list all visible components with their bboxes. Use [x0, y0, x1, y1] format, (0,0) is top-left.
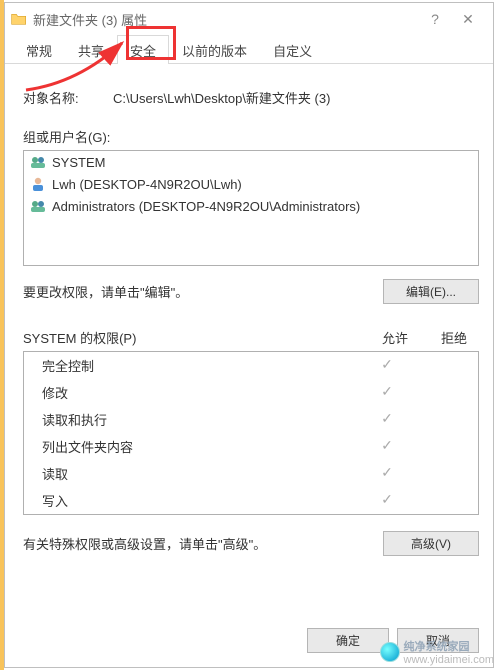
- permission-name: 完全控制: [32, 356, 354, 375]
- allow-check-icon: ✓: [354, 464, 420, 483]
- permission-row: 写入 ✓: [24, 487, 478, 514]
- deny-cell: [420, 437, 470, 456]
- object-path: C:\Users\Lwh\Desktop\新建文件夹 (3): [113, 88, 479, 107]
- permission-row: 列出文件夹内容 ✓: [24, 433, 478, 460]
- object-name-row: 对象名称: C:\Users\Lwh\Desktop\新建文件夹 (3): [23, 88, 479, 107]
- list-item[interactable]: Administrators (DESKTOP-4N9R2OU\Administ…: [24, 195, 478, 217]
- titlebar: 新建文件夹 (3) 属性 ? ✕: [5, 3, 493, 35]
- help-button[interactable]: ?: [421, 11, 449, 27]
- principal-name: Lwh (DESKTOP-4N9R2OU\Lwh): [52, 177, 242, 192]
- watermark-title: 纯净系统家园: [404, 638, 494, 654]
- list-item[interactable]: Lwh (DESKTOP-4N9R2OU\Lwh): [24, 173, 478, 195]
- user-icon: [30, 176, 46, 192]
- permission-name: 列出文件夹内容: [32, 437, 354, 456]
- principal-name: Administrators (DESKTOP-4N9R2OU\Administ…: [52, 199, 360, 214]
- tab-security[interactable]: 安全: [117, 35, 169, 64]
- permission-row: 修改 ✓: [24, 379, 478, 406]
- watermark-url: www.yidaimei.com: [404, 654, 494, 666]
- permission-name: 读取: [32, 464, 354, 483]
- advanced-row: 有关特殊权限或高级设置，请单击"高级"。 高级(V): [23, 531, 479, 556]
- watermark: 纯净系统家园 www.yidaimei.com: [380, 638, 494, 666]
- allow-check-icon: ✓: [354, 491, 420, 510]
- edit-button[interactable]: 编辑(E)...: [383, 279, 479, 304]
- deny-cell: [420, 410, 470, 429]
- allow-column-header: 允许: [361, 328, 429, 347]
- permission-name: 修改: [32, 383, 354, 402]
- object-name-label: 对象名称:: [23, 88, 113, 107]
- permissions-header: SYSTEM 的权限(P) 允许 拒绝: [23, 328, 479, 347]
- deny-cell: [420, 383, 470, 402]
- deny-cell: [420, 356, 470, 375]
- permission-name: 读取和执行: [32, 410, 354, 429]
- folder-icon: [11, 12, 27, 26]
- permission-row: 读取 ✓: [24, 460, 478, 487]
- tab-general[interactable]: 常规: [13, 35, 65, 64]
- content-area: 对象名称: C:\Users\Lwh\Desktop\新建文件夹 (3) 组或用…: [5, 64, 493, 556]
- tab-sharing[interactable]: 共享: [65, 35, 117, 64]
- groups-listbox[interactable]: SYSTEM Lwh (DESKTOP-4N9R2OU\Lwh) Adminis…: [23, 150, 479, 266]
- groups-label: 组或用户名(G):: [23, 127, 479, 146]
- deny-column-header: 拒绝: [429, 328, 479, 347]
- group-icon: [30, 198, 46, 214]
- properties-dialog: 新建文件夹 (3) 属性 ? ✕ 常规 共享 安全 以前的版本 自定义 对象名称…: [4, 2, 494, 668]
- advanced-hint: 有关特殊权限或高级设置，请单击"高级"。: [23, 534, 383, 553]
- deny-cell: [420, 491, 470, 510]
- close-button[interactable]: ✕: [449, 11, 487, 28]
- advanced-button[interactable]: 高级(V): [383, 531, 479, 556]
- allow-check-icon: ✓: [354, 437, 420, 456]
- tab-strip: 常规 共享 安全 以前的版本 自定义: [5, 35, 493, 64]
- permissions-table: 完全控制 ✓ 修改 ✓ 读取和执行 ✓ 列出文件夹内容 ✓ 读取 ✓: [23, 351, 479, 515]
- permission-row: 完全控制 ✓: [24, 352, 478, 379]
- allow-check-icon: ✓: [354, 383, 420, 402]
- list-item[interactable]: SYSTEM: [24, 151, 478, 173]
- permission-row: 读取和执行 ✓: [24, 406, 478, 433]
- ok-button[interactable]: 确定: [307, 628, 389, 653]
- watermark-logo-icon: [380, 642, 400, 662]
- allow-check-icon: ✓: [354, 356, 420, 375]
- window-title: 新建文件夹 (3) 属性: [33, 10, 421, 29]
- allow-check-icon: ✓: [354, 410, 420, 429]
- permissions-for-label: SYSTEM 的权限(P): [23, 328, 361, 347]
- group-icon: [30, 154, 46, 170]
- permission-name: 写入: [32, 491, 354, 510]
- deny-cell: [420, 464, 470, 483]
- tab-customize[interactable]: 自定义: [260, 35, 325, 64]
- tab-previous-versions[interactable]: 以前的版本: [169, 35, 260, 64]
- principal-name: SYSTEM: [52, 155, 105, 170]
